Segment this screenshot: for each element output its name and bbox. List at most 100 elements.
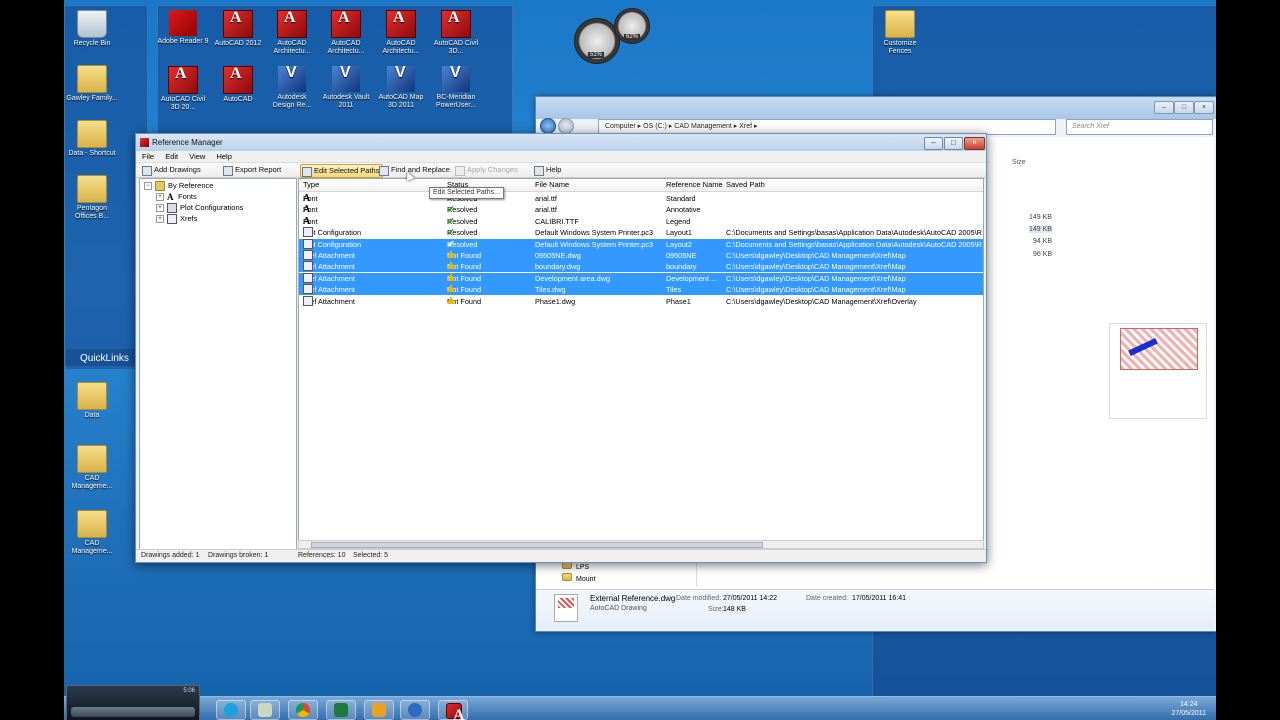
quicklink-cad-management-1[interactable]: CAD Manageme... (66, 445, 118, 491)
desktop-icon-recycle-bin[interactable]: Recycle Bin (66, 10, 118, 48)
desktop-icon-adobe-reader[interactable]: Adobe Reader 9 (157, 10, 209, 46)
media-controls (71, 707, 195, 717)
table-row[interactable]: A Font ✔ Resolved arial.ttf Annotative (299, 204, 983, 215)
cpu-meter-gadget[interactable]: 51% 62% (574, 8, 652, 64)
explorer-minimize-button[interactable]: – (1154, 101, 1174, 114)
outlook-icon (372, 703, 386, 717)
table-row[interactable]: Xref Attachment Not Found Phase1.dwg Phase1… (299, 295, 983, 307)
add-drawings-icon (142, 166, 152, 176)
horizontal-scrollbar[interactable] (298, 540, 984, 549)
collapse-icon: − (144, 182, 152, 191)
cell-reference-name: boundary (666, 262, 697, 272)
taskbar-explorer[interactable] (250, 700, 280, 720)
taskbar-autocad[interactable] (438, 700, 468, 720)
meridian-icon (442, 66, 470, 92)
menu-edit[interactable]: Edit (165, 152, 178, 161)
desktop-icon-autocad-architecture-3[interactable]: AutoCAD Architectu... (375, 10, 427, 56)
desktop-icon-bc-meridian[interactable]: BC-Meridian PowerUser... (430, 66, 482, 110)
find-and-replace-button[interactable]: Find and Replace (378, 164, 450, 176)
forward-button[interactable] (558, 118, 574, 134)
desktop-icon-autocad-architecture-1[interactable]: AutoCAD Architectu... (266, 10, 318, 56)
cell-reference-name: Layout1 (666, 228, 692, 238)
menu-view[interactable]: View (189, 152, 205, 161)
table-row[interactable]: A Font ✔ Resolved CALIBRI.TTF Legend (299, 216, 983, 227)
table-row[interactable]: Xref Attachment Not Found 09505NE.dwg 09505… (299, 250, 983, 261)
reference-manager-window[interactable]: Reference Manager – □ × File Edit View H… (135, 133, 987, 563)
media-player-preview[interactable]: 5:06 (66, 685, 200, 720)
minimize-button[interactable]: – (924, 137, 943, 150)
column-header-saved-path[interactable]: Saved Path (726, 179, 765, 191)
menu-help[interactable]: Help (216, 152, 231, 161)
quicklink-cad-management-2[interactable]: CAD Manageme... (66, 510, 118, 556)
file-size: 149 KB (1029, 214, 1052, 221)
desktop-icon-autocad-civil3d-20[interactable]: AutoCAD Civil 3D 20... (157, 66, 209, 112)
column-header-reference-name[interactable]: Reference Name (666, 179, 723, 191)
taskbar-excel[interactable] (326, 700, 356, 720)
add-drawings-button[interactable]: Add Drawings (141, 164, 201, 176)
expand-icon: + (156, 204, 164, 213)
table-row[interactable]: Xref Attachment Not Found boundary.dwg boun… (299, 261, 983, 273)
cell-file-name: Default Windows System Printer.pc3 (535, 239, 654, 249)
tree-node-fonts[interactable]: + A Fonts (156, 192, 197, 202)
desktop-icon-autocad-civil3d[interactable]: AutoCAD Civil 3D... (430, 10, 482, 56)
xref-icon (303, 295, 313, 306)
explorer-close-button[interactable]: × (1194, 101, 1214, 114)
quicklink-data[interactable]: Data (66, 382, 118, 420)
table-row[interactable]: Xref Attachment Not Found Tiles.dwg Tiles C:… (299, 284, 983, 296)
not-found-warning-icon (447, 250, 455, 258)
back-button[interactable] (540, 118, 556, 134)
autocad-icon (441, 10, 471, 38)
reference-tree[interactable]: − By Reference + A Fonts + Plot Configuratio… (139, 178, 297, 550)
table-row[interactable]: AFont✔Resolvedarial.ttfStandard (299, 193, 983, 204)
not-found-warning-icon (447, 295, 455, 304)
desktop-icon-autodesk-design-review[interactable]: Autodesk Design Re... (266, 66, 318, 110)
taskbar-skype[interactable] (216, 700, 246, 720)
taskbar: 5:06 14:24 27/05/2011 (64, 685, 1216, 720)
desktop-icon-gawley-family[interactable]: Gawley Family... (66, 65, 118, 103)
close-button[interactable]: × (964, 137, 985, 150)
folder-icon (562, 573, 572, 581)
taskbar-outlook[interactable] (364, 700, 394, 720)
resolved-check-icon: ✔ (447, 238, 455, 249)
desktop-icon-autocad-map3d[interactable]: AutoCAD Map 3D 2011 (375, 66, 427, 110)
desktop-icon-autocad-architecture-2[interactable]: AutoCAD Architectu... (320, 10, 372, 56)
desktop-icon-autodesk-vault[interactable]: Autodesk Vault 2011 (320, 66, 372, 110)
taskbar-itunes[interactable] (400, 700, 430, 720)
explorer-maximize-button[interactable]: □ (1174, 101, 1194, 114)
xref-icon (303, 250, 313, 260)
desktop-icon-autocad[interactable]: AutoCAD (212, 66, 264, 104)
not-found-warning-icon (447, 261, 455, 270)
table-row[interactable]: Plot Configuration ✔ Resolved Default Windo… (299, 238, 983, 250)
taskbar-chrome[interactable] (288, 700, 318, 720)
help-document-icon (77, 510, 107, 538)
column-header-type[interactable]: Type (303, 179, 319, 191)
maximize-button[interactable]: □ (944, 137, 963, 150)
desktop-icon-data-shortcut[interactable]: Data - Shortcut (66, 120, 118, 158)
desktop-icon-customize-fences[interactable]: Customize Fences (874, 10, 926, 56)
not-found-warning-icon (447, 272, 455, 281)
tree-node-by-reference[interactable]: − By Reference (144, 181, 213, 192)
scrollbar-thumb[interactable] (311, 542, 763, 548)
tree-node-xrefs[interactable]: + Xrefs (156, 214, 198, 225)
fences-icon (885, 10, 915, 38)
tree-node-plot-configurations[interactable]: + Plot Configurations (156, 203, 243, 214)
explorer-search-input[interactable]: Search Xref (1066, 119, 1213, 135)
menu-file[interactable]: File (142, 152, 154, 161)
column-header-file-name[interactable]: File Name (535, 179, 569, 191)
font-icon: A (303, 193, 311, 204)
edit-selected-paths-button[interactable]: Edit Selected Paths (300, 164, 384, 178)
file-size: 149 KB (1029, 226, 1052, 233)
desktop-icon-autocad-2012[interactable]: AutoCAD 2012 (212, 10, 264, 48)
export-report-button[interactable]: Export Report (222, 164, 281, 176)
desktop-icon-pentagon-offices[interactable]: Pentagon Offices B... (66, 175, 118, 221)
apply-changes-button[interactable]: Apply Changes (454, 164, 518, 176)
plot-configuration-icon (303, 238, 313, 249)
cell-reference-name: Annotative (666, 205, 701, 215)
table-row[interactable]: Plot Configuration ✔ Resolved Default Windo… (299, 227, 983, 238)
cell-reference-name: Standard (666, 194, 696, 203)
table-row[interactable]: Xref Attachment Not Found Development area… (299, 272, 983, 284)
references-grid[interactable]: Type Status File Name Reference Name Sav… (298, 178, 984, 542)
nav-item-mount[interactable]: Mount (562, 573, 595, 583)
help-button[interactable]: Help (533, 164, 561, 176)
system-clock[interactable]: 14:24 27/05/2011 (1171, 700, 1206, 718)
